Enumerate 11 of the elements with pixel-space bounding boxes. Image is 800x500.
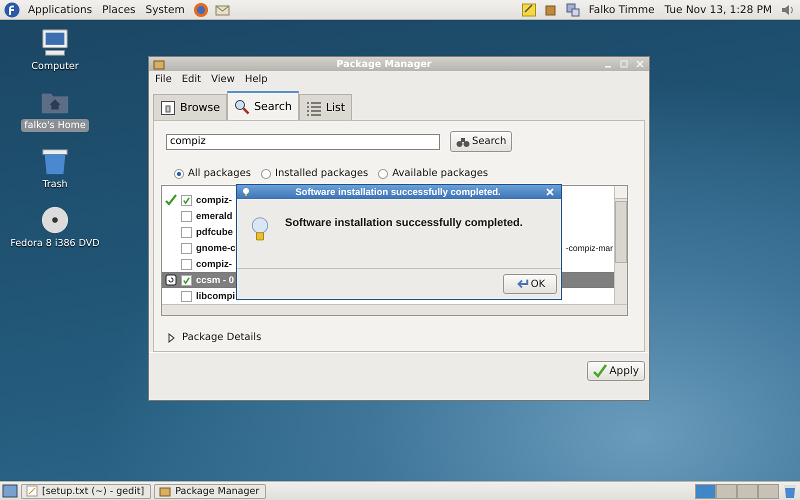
package-summary: -compiz-mar <box>566 243 614 253</box>
package-name: pdfcube <box>196 226 233 238</box>
package-name: gnome-c <box>196 242 236 254</box>
package-name: compiz- <box>196 258 232 270</box>
package-name: ccsm - 0 <box>196 274 234 286</box>
package-name: compiz- <box>196 194 232 206</box>
package-name: libcompi <box>196 290 236 302</box>
package-name: emerald <box>196 210 232 222</box>
window-title: Package Manager <box>336 58 432 70</box>
dialog-title: Software installation successfully completed. <box>294 186 502 198</box>
dialog-message: Software installation successfully completed. <box>285 217 523 229</box>
